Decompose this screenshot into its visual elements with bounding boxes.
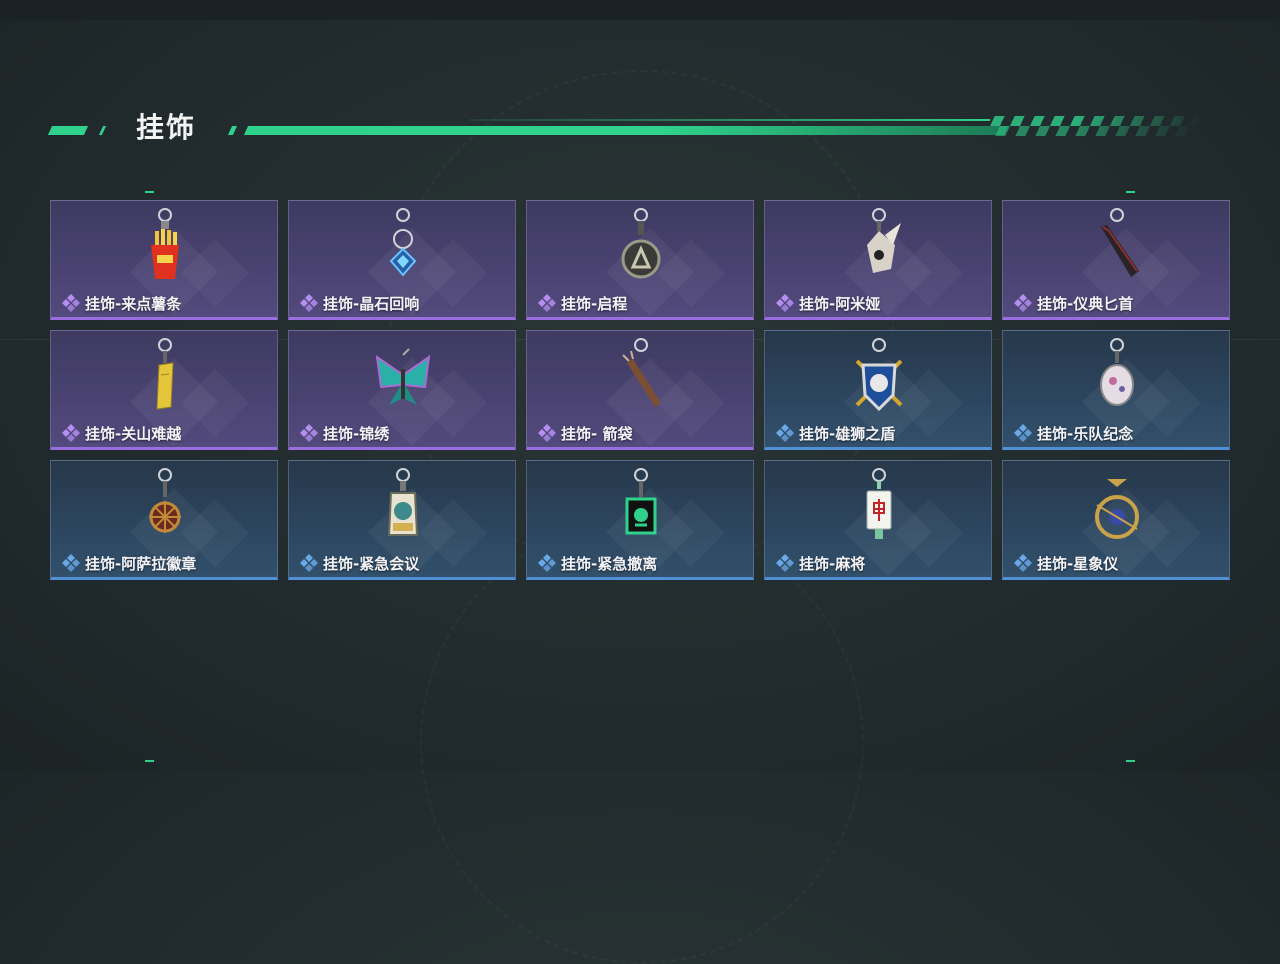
card-label: 挂饰-麻将	[775, 553, 865, 573]
charm-card[interactable]: 挂饰-雄狮之盾	[764, 330, 992, 450]
card-label: 挂饰-来点薯条	[61, 293, 181, 313]
charm-card[interactable]: 挂饰-麻将	[764, 460, 992, 580]
charm-card[interactable]: 挂饰-来点薯条	[50, 200, 278, 320]
charm-card[interactable]: 挂饰-锦绣	[288, 330, 516, 450]
charm-grid: 挂饰-来点薯条 挂饰-晶石回响 挂饰-启程 挂饰-阿米娅 挂饰-仪典匕首 挂饰-…	[50, 200, 1230, 580]
card-label: 挂饰-阿米娅	[775, 293, 880, 313]
quiver-charm-icon	[591, 335, 691, 419]
charm-name: 挂饰-麻将	[799, 554, 866, 573]
header-checker-pattern	[985, 116, 1205, 136]
charm-card[interactable]: 挂饰-阿米娅	[764, 200, 992, 320]
charm-card[interactable]: 挂饰- 箭袋	[526, 330, 754, 450]
rarity-icon	[299, 553, 319, 573]
charm-name: 挂饰-雄狮之盾	[799, 424, 896, 443]
rarity-icon	[537, 553, 557, 573]
charm-name: 挂饰-启程	[561, 294, 628, 313]
card-label: 挂饰-雄狮之盾	[775, 423, 895, 443]
rarity-icon	[61, 553, 81, 573]
card-label: 挂饰- 箭袋	[537, 423, 632, 443]
rarity-icon	[299, 293, 319, 313]
charm-card[interactable]: 挂饰-阿萨拉徽章	[50, 460, 278, 580]
card-label: 挂饰-启程	[537, 293, 627, 313]
card-label: 挂饰-锦绣	[299, 423, 389, 443]
corner-mark	[1126, 191, 1135, 193]
lion-shield-charm-icon	[829, 335, 929, 419]
header-thin-line	[470, 119, 990, 121]
fries-charm-icon	[115, 205, 215, 289]
card-label: 挂饰-星象仪	[1013, 553, 1118, 573]
charm-name: 挂饰-阿萨拉徽章	[85, 554, 197, 573]
card-label: 挂饰-紧急会议	[299, 553, 419, 573]
charm-name: 挂饰-关山难越	[85, 424, 182, 443]
dagger-charm-icon	[1067, 205, 1167, 289]
rarity-icon	[1013, 293, 1033, 313]
butterfly-charm-icon	[353, 335, 453, 419]
corner-mark	[1126, 760, 1135, 762]
card-label: 挂饰-晶石回响	[299, 293, 419, 313]
charm-name: 挂饰-乐队纪念	[1037, 424, 1134, 443]
charm-name: 挂饰-锦绣	[323, 424, 390, 443]
card-label: 挂饰-紧急撤离	[537, 553, 657, 573]
charm-card[interactable]: 挂饰-紧急会议	[288, 460, 516, 580]
corner-mark	[145, 760, 154, 762]
charm-name: 挂饰-紧急会议	[323, 554, 420, 573]
gold-bar-charm-icon	[115, 335, 215, 419]
rarity-icon	[1013, 553, 1033, 573]
charm-card[interactable]: 挂饰-紧急撤离	[526, 460, 754, 580]
rarity-icon	[61, 293, 81, 313]
header-bar	[243, 126, 1009, 135]
charm-card[interactable]: 挂饰-仪典匕首	[1002, 200, 1230, 320]
band-badge-charm-icon	[1067, 335, 1167, 419]
charm-name: 挂饰-晶石回响	[323, 294, 420, 313]
charm-name: 挂饰-仪典匕首	[1037, 294, 1134, 313]
crystal-charm-icon	[353, 205, 453, 289]
card-label: 挂饰-仪典匕首	[1013, 293, 1133, 313]
card-label: 挂饰-乐队纪念	[1013, 423, 1133, 443]
astrolabe-charm-icon	[1067, 465, 1167, 549]
charm-card[interactable]: 挂饰-启程	[526, 200, 754, 320]
rarity-icon	[775, 553, 795, 573]
card-label: 挂饰-阿萨拉徽章	[61, 553, 196, 573]
charm-name: 挂饰- 箭袋	[561, 424, 633, 443]
wheel-badge-charm-icon	[115, 465, 215, 549]
meeting-charm-icon	[353, 465, 453, 549]
charm-name: 挂饰-阿米娅	[799, 294, 881, 313]
charm-card[interactable]: 挂饰-乐队纪念	[1002, 330, 1230, 450]
section-title: 挂饰	[136, 111, 197, 144]
charm-card[interactable]: 挂饰-星象仪	[1002, 460, 1230, 580]
charm-card[interactable]: 挂饰-关山难越	[50, 330, 278, 450]
background-decoration	[420, 520, 864, 964]
corner-mark	[145, 191, 154, 193]
rarity-icon	[537, 423, 557, 443]
top-bar	[0, 0, 1280, 20]
rarity-icon	[775, 423, 795, 443]
header-stripe	[98, 126, 107, 135]
charm-name: 挂饰-紧急撤离	[561, 554, 658, 573]
ring-emblem-charm-icon	[591, 205, 691, 289]
rarity-icon	[61, 423, 81, 443]
rarity-icon	[775, 293, 795, 313]
header-stripe	[227, 126, 238, 135]
amiya-charm-icon	[829, 205, 929, 289]
header-stripe	[47, 126, 89, 135]
rarity-icon	[537, 293, 557, 313]
charm-card[interactable]: 挂饰-晶石回响	[288, 200, 516, 320]
rarity-icon	[1013, 423, 1033, 443]
rarity-icon	[299, 423, 319, 443]
charm-name: 挂饰-星象仪	[1037, 554, 1119, 573]
section-header: 挂饰	[47, 108, 1210, 148]
evacuation-charm-icon	[591, 465, 691, 549]
mahjong-tile-charm-icon	[829, 465, 929, 549]
card-label: 挂饰-关山难越	[61, 423, 181, 443]
charm-name: 挂饰-来点薯条	[85, 294, 182, 313]
